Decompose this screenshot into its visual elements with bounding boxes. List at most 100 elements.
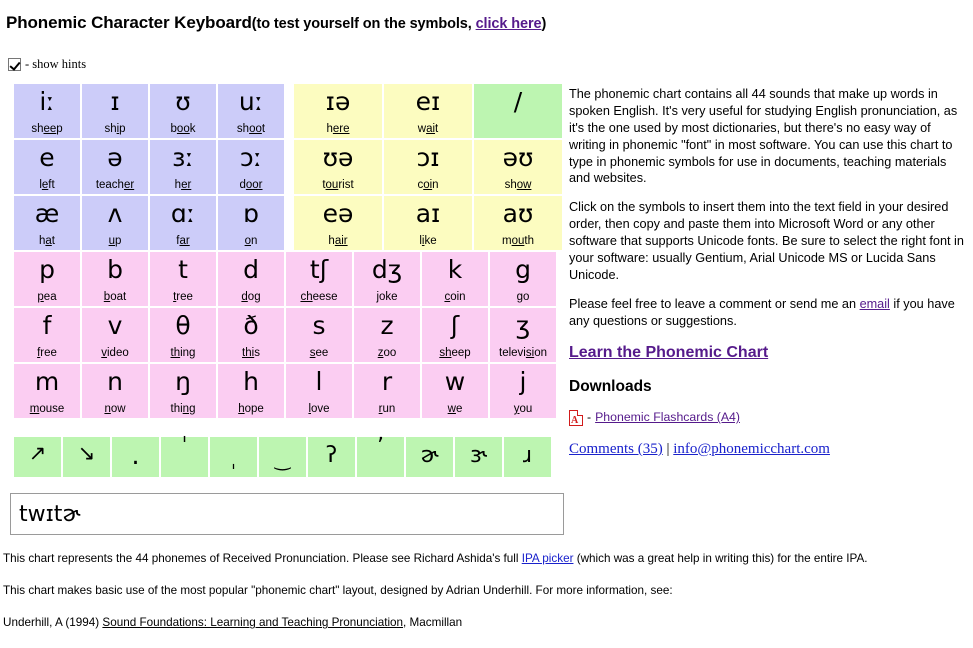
key-hint: cheese (286, 288, 352, 306)
key-symbol: ʌ (82, 196, 148, 232)
key-hint: now (82, 400, 148, 418)
key-hint: love (286, 400, 352, 418)
footer-line-1: This chart represents the 44 phonemes of… (3, 551, 963, 566)
key-r[interactable]: r run (354, 364, 420, 418)
key-s[interactable]: s see (286, 308, 352, 362)
key-ɪə[interactable]: ɪə here (294, 84, 382, 138)
key-e[interactable]: e left (14, 140, 80, 194)
key-uː[interactable]: uː shoot (218, 84, 284, 138)
key-ʊə[interactable]: ʊə tourist (294, 140, 382, 194)
key-d[interactable]: d dog (218, 252, 284, 306)
key-symbol: ɪə (294, 84, 382, 120)
comments-separator: | (662, 440, 674, 457)
key-ɔː[interactable]: ɔː door (218, 140, 284, 194)
key-hint: dog (218, 288, 284, 306)
test-yourself-link[interactable]: click here (476, 16, 542, 32)
key-əʊ[interactable]: əʊ show (474, 140, 562, 194)
key-g[interactable]: g go (490, 252, 556, 306)
key-v[interactable]: v video (82, 308, 148, 362)
key-ɔɪ[interactable]: ɔɪ coin (384, 140, 472, 194)
key-ʌ[interactable]: ʌ up (82, 196, 148, 250)
key-slash[interactable]: / (474, 84, 562, 138)
diacritic-symbol: ɹ (522, 443, 533, 468)
key-symbol: d (218, 252, 284, 288)
footer-l1-before: This chart represents the 44 phonemes of… (3, 552, 522, 565)
key-ʒ[interactable]: ʒ television (490, 308, 556, 362)
diacritic-symbol: ˈ (181, 434, 188, 459)
key-æ[interactable]: æ hat (14, 196, 80, 250)
key-z[interactable]: z zoo (354, 308, 420, 362)
diphthong-row: ʊə tourist ɔɪ coin əʊ show (294, 140, 564, 196)
key-ɜː[interactable]: ɜː her (150, 140, 216, 194)
key-symbol: n (82, 364, 148, 400)
show-hints-checkbox[interactable] (8, 58, 21, 71)
key-hint: you (490, 400, 556, 418)
diacritic-ejective-apostrophe[interactable]: ʼ (357, 434, 404, 477)
key-f[interactable]: f free (14, 308, 80, 362)
key-iː[interactable]: iː sheep (14, 84, 80, 138)
diacritic-secondary-stress[interactable]: ˌ (210, 437, 257, 477)
downloads-row: A - Phonemic Flashcards (A4) (569, 409, 967, 426)
diacritic-linking-tie[interactable]: ‿ (259, 437, 306, 477)
key-tʃ[interactable]: tʃ cheese (286, 252, 352, 306)
learn-chart-heading: Learn the Phonemic Chart (569, 342, 967, 363)
key-hint: hat (14, 232, 80, 250)
key-aɪ[interactable]: aɪ like (384, 196, 472, 250)
key-n[interactable]: n now (82, 364, 148, 418)
key-symbol: ð (218, 308, 284, 344)
key-w[interactable]: w we (422, 364, 488, 418)
diacritic-turned-r[interactable]: ɹ (504, 437, 551, 477)
key-k[interactable]: k coin (422, 252, 488, 306)
key-symbol: / (474, 84, 562, 120)
diacritic-primary-stress[interactable]: ˈ (161, 434, 208, 477)
key-hint: on (218, 232, 284, 250)
diacritics-row: ↗ ↘. ˈ ˌ ‿ ʔ ʼ ɚ ɝ ɹ (14, 434, 553, 477)
key-symbol: aɪ (384, 196, 472, 232)
key-ɒ[interactable]: ɒ on (218, 196, 284, 250)
diphthong-row: ɪə here eɪ wait / (294, 84, 564, 140)
comments-link[interactable]: Comments (35) (569, 441, 663, 457)
diacritic-syllable-break[interactable]: . (112, 437, 159, 477)
key-ŋ[interactable]: ŋ thing (150, 364, 216, 418)
download-separator: - (587, 410, 592, 425)
email-link[interactable]: email (860, 297, 890, 311)
diacritic-rising-intonation[interactable]: ↗ (14, 437, 61, 477)
diacritic-falling-intonation[interactable]: ↘ (63, 437, 110, 477)
key-symbol: ɔɪ (384, 140, 472, 176)
key-j[interactable]: j you (490, 364, 556, 418)
info-paragraph-1: The phonemic chart contains all 44 sound… (569, 87, 958, 186)
key-hint: joke (354, 288, 420, 306)
key-dʒ[interactable]: dʒ joke (354, 252, 420, 306)
key-hint: boat (82, 288, 148, 306)
diacritic-r-coloured-schwa[interactable]: ɚ (406, 437, 453, 477)
learn-chart-link[interactable]: Learn the Phonemic Chart (569, 344, 768, 361)
diacritic-glottal-stop[interactable]: ʔ (308, 437, 355, 477)
key-aʊ[interactable]: aʊ mouth (474, 196, 562, 250)
contact-email-link[interactable]: info@phonemicchart.com (673, 441, 830, 457)
flashcards-download-link[interactable]: Phonemic Flashcards (A4) (595, 409, 740, 425)
key-hint: show (474, 176, 562, 194)
key-l[interactable]: l love (286, 364, 352, 418)
key-t[interactable]: t tree (150, 252, 216, 306)
key-p[interactable]: p pea (14, 252, 80, 306)
key-symbol: uː (218, 84, 284, 120)
key-b[interactable]: b boat (82, 252, 148, 306)
key-ɪ[interactable]: ɪ ship (82, 84, 148, 138)
key-symbol: g (490, 252, 556, 288)
show-hints-label: - show hints (25, 57, 87, 71)
key-m[interactable]: m mouse (14, 364, 80, 418)
key-eɪ[interactable]: eɪ wait (384, 84, 472, 138)
key-θ[interactable]: θ thing (150, 308, 216, 362)
key-hint: run (354, 400, 420, 418)
ipa-picker-link[interactable]: IPA picker (522, 552, 574, 565)
page-title-paren-close: ) (541, 16, 547, 32)
key-h[interactable]: h hope (218, 364, 284, 418)
key-ʊ[interactable]: ʊ book (150, 84, 216, 138)
phonemic-output-textarea[interactable] (10, 493, 564, 535)
diacritic-r-coloured-open-e[interactable]: ɝ (455, 437, 502, 477)
key-ə[interactable]: ə teacher (82, 140, 148, 194)
key-eə[interactable]: eə hair (294, 196, 382, 250)
key-ʃ[interactable]: ʃ sheep (422, 308, 488, 362)
key-ɑː[interactable]: ɑː far (150, 196, 216, 250)
key-ð[interactable]: ð this (218, 308, 284, 362)
